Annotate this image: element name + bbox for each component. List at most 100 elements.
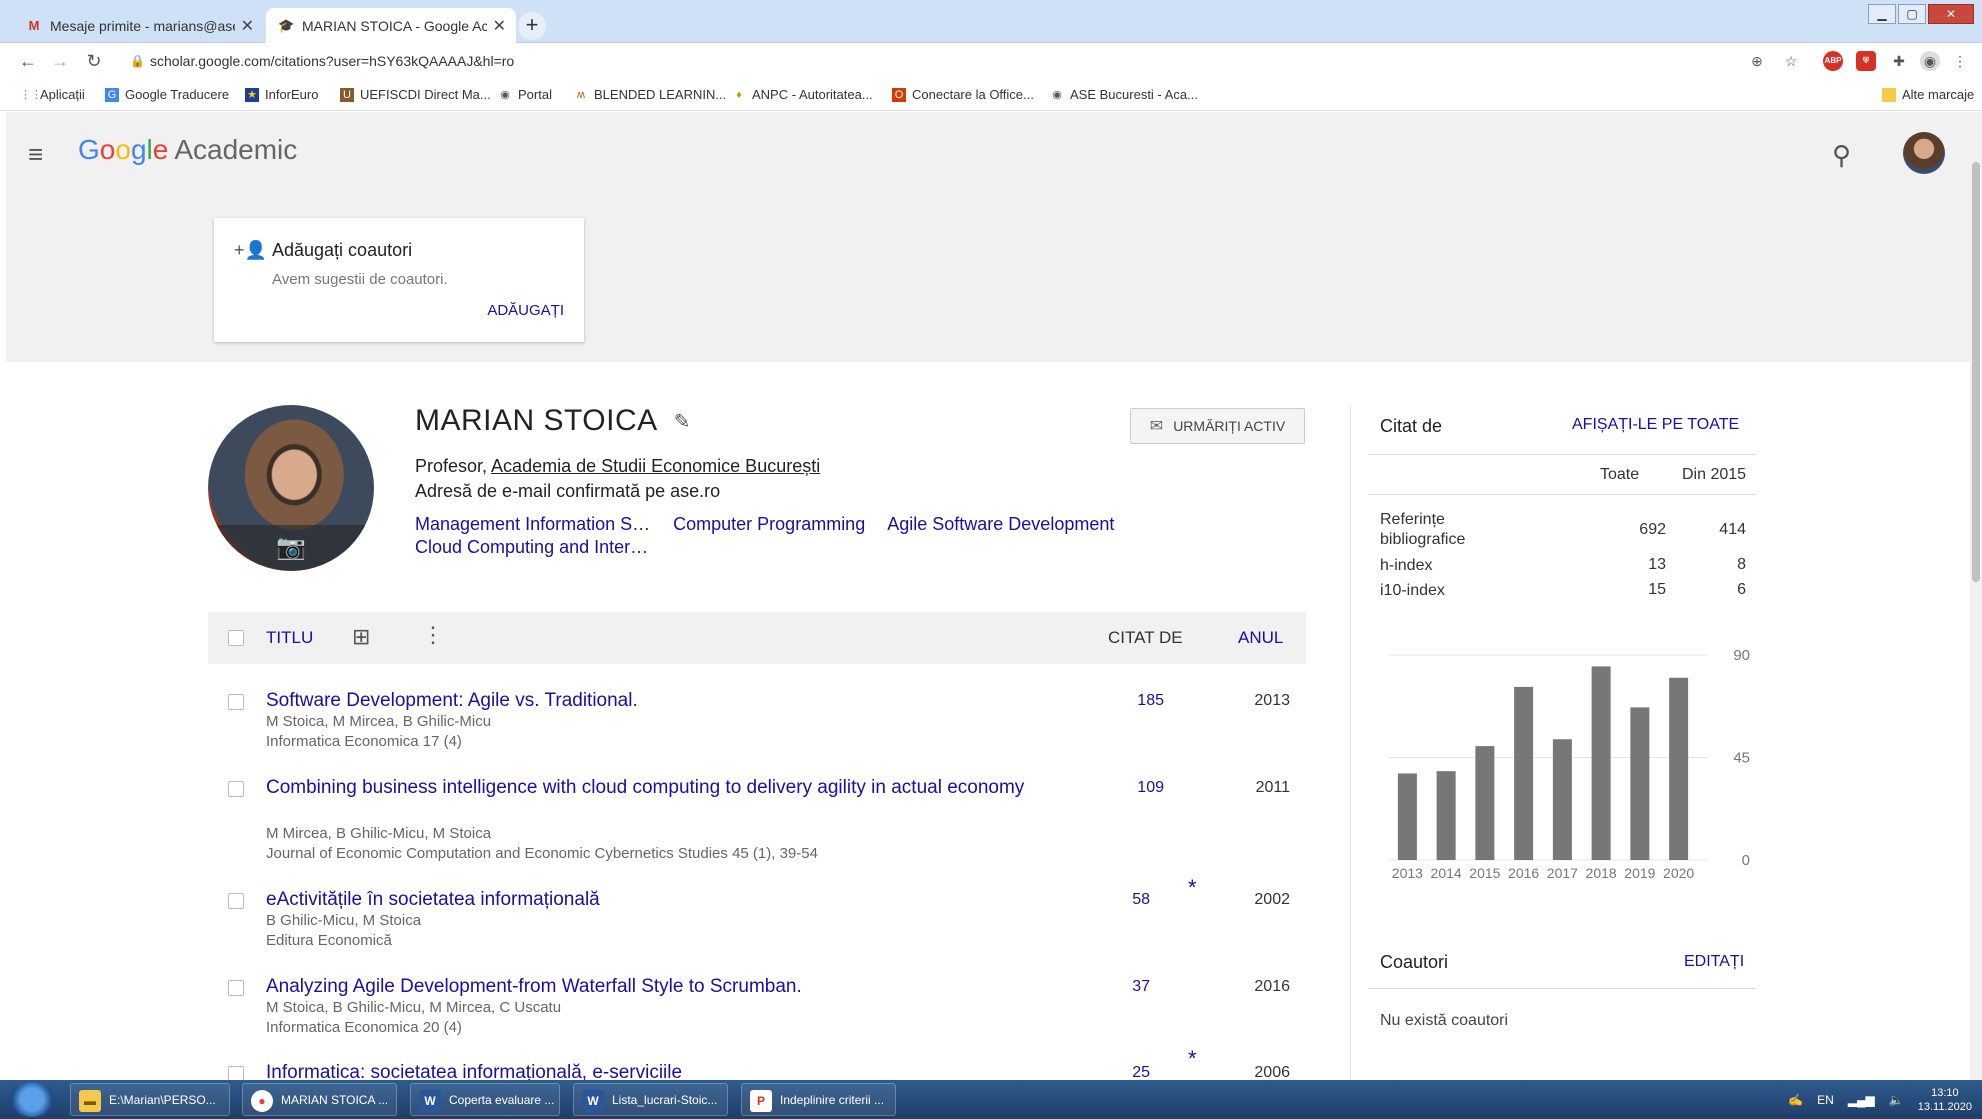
row-checkbox[interactable]	[228, 893, 244, 909]
close-icon[interactable]: ✕	[493, 16, 506, 36]
forward-icon[interactable]: →	[48, 49, 72, 73]
language-indicator[interactable]: EN	[1817, 1093, 1834, 1107]
cited-count[interactable]: 37	[1070, 978, 1150, 996]
address-bar-row: ← → ↻ 🔒 scholar.google.com/citations?use…	[0, 43, 1982, 79]
bar-2015[interactable]	[1475, 746, 1495, 860]
sort-by-cited[interactable]: CITAT DE	[1108, 628, 1183, 648]
taskbar-pdf[interactable]: P Indeplinire criterii ...	[741, 1083, 896, 1116]
follow-button[interactable]: ✉ URMĂRIȚI ACTIV	[1130, 408, 1305, 444]
minimize-icon[interactable]: ▁	[1868, 4, 1896, 24]
avatar[interactable]	[1903, 132, 1945, 174]
bar-2013[interactable]	[1397, 773, 1417, 860]
camera-icon[interactable]: 📷	[208, 525, 374, 571]
edit-icon[interactable]: ✎	[674, 409, 691, 434]
maximize-icon[interactable]: ▢	[1898, 4, 1926, 24]
taskbar-explorer[interactable]: ▬ E:\Marian\PERSO...	[70, 1083, 230, 1116]
article-title[interactable]: Informatica: societatea informațională, …	[266, 1060, 1026, 1080]
pen-icon[interactable]: ✍	[1788, 1093, 1803, 1107]
sort-by-title[interactable]: TITLU	[266, 628, 313, 648]
topic-link[interactable]: Agile Software Development	[887, 514, 1114, 534]
cited-count[interactable]: 25	[1070, 1064, 1150, 1080]
sort-by-year[interactable]: ANUL	[1238, 628, 1283, 648]
bookmark-translate[interactable]: G Google Traducere	[105, 87, 229, 102]
row-checkbox[interactable]	[228, 1066, 244, 1080]
x-tick-label: 2017	[1547, 865, 1578, 881]
bookmark-anpc[interactable]: ♦ ANPC - Autoritatea...	[732, 87, 872, 102]
topic-link[interactable]: Management Information S…	[415, 514, 650, 534]
menu-icon[interactable]: ≡	[28, 141, 54, 167]
page-scrollbar[interactable]	[1970, 112, 1982, 1080]
bookmark-uefiscdi[interactable]: U UEFISCDI Direct Ma...	[340, 87, 491, 102]
add-article-icon[interactable]: ⊞	[352, 624, 370, 650]
taskbar-word[interactable]: W Coperta evaluare ...	[410, 1083, 560, 1116]
back-icon[interactable]: ←	[16, 49, 40, 73]
stat-label[interactable]: h-index	[1380, 556, 1500, 576]
add-coauthors-button[interactable]: ADĂUGAȚI	[487, 302, 564, 319]
zoom-icon[interactable]: ⊕	[1747, 51, 1767, 71]
menu-dots-icon[interactable]: ⋮	[1950, 51, 1970, 71]
bar-2014[interactable]	[1436, 771, 1456, 860]
clock[interactable]: 13:10 13.11.2020	[1918, 1086, 1972, 1114]
profile-photo[interactable]: 📷	[208, 405, 374, 571]
show-all-button[interactable]: AFIȘAȚI-LE PE TOATE	[1572, 416, 1739, 434]
article-title[interactable]: Software Development: Agile vs. Traditio…	[266, 688, 1026, 713]
bookmark-portal[interactable]: ◉ Portal	[498, 87, 552, 102]
row-checkbox[interactable]	[228, 781, 244, 797]
adblock-icon[interactable]: ABP	[1823, 51, 1843, 71]
tab-scholar[interactable]: 🎓 MARIAN STOICA - Google Academic ✕	[266, 8, 516, 43]
more-options-icon[interactable]: ⋮	[422, 622, 444, 648]
column-divider	[1350, 404, 1351, 1084]
article-title[interactable]: Analyzing Agile Development-from Waterfa…	[266, 974, 1026, 999]
new-tab-button[interactable]: +	[518, 12, 546, 40]
edit-coauthors-button[interactable]: EDITAȚI	[1684, 953, 1744, 971]
merged-citation-star[interactable]: *	[1188, 1046, 1197, 1072]
merged-citation-star[interactable]: *	[1188, 875, 1197, 901]
window-close-icon[interactable]: ✕	[1928, 4, 1974, 24]
shield-icon[interactable]: ⛨	[1856, 51, 1876, 71]
bar-2020[interactable]	[1669, 677, 1689, 860]
scholar-header: ≡ Google Academic ⚲	[6, 112, 1970, 196]
scholar-logo[interactable]: Google Academic	[78, 134, 297, 166]
search-icon[interactable]: ⚲	[1832, 140, 1851, 171]
close-icon[interactable]: ✕	[241, 16, 254, 36]
network-icon[interactable]: ▂▄▆	[1848, 1093, 1875, 1107]
bookmark-ase[interactable]: ◉ ASE Bucuresti - Aca...	[1050, 87, 1198, 102]
cited-count[interactable]: 185	[1084, 692, 1164, 710]
select-all-checkbox[interactable]	[228, 630, 244, 646]
bookmark-apps[interactable]: ⋮⋮ Aplicații	[20, 87, 85, 102]
row-checkbox[interactable]	[228, 694, 244, 710]
profile-name-row: MARIAN STOICA ✎	[415, 404, 691, 438]
stat-label[interactable]: Referințe bibliografice	[1380, 510, 1500, 550]
office-icon: O	[892, 87, 906, 102]
volume-icon[interactable]: 🔈	[1889, 1093, 1904, 1107]
cited-count[interactable]: 109	[1084, 779, 1164, 797]
topic-link[interactable]: Computer Programming	[673, 514, 865, 534]
bar-2019[interactable]	[1630, 707, 1650, 860]
row-checkbox[interactable]	[228, 980, 244, 996]
bookmark-office[interactable]: O Conectare la Office...	[892, 87, 1034, 102]
tab-gmail[interactable]: M Mesaje primite - marians@ase.ro ✕	[14, 8, 264, 43]
puzzle-icon[interactable]: ✚	[1889, 51, 1909, 71]
system-tray: ✍ EN ▂▄▆ 🔈 13:10 13.11.2020	[1788, 1080, 1972, 1119]
url-text: scholar.google.com/citations?user=hSY63k…	[150, 53, 515, 69]
bookmark-blended[interactable]: ʍ BLENDED LEARNIN...	[574, 87, 726, 102]
bookmark-other[interactable]: Alte marcaje	[1882, 87, 1974, 102]
taskbar-chrome[interactable]: ● MARIAN STOICA ...	[242, 1083, 397, 1116]
article-title[interactable]: Combining business intelligence with clo…	[266, 775, 1026, 800]
taskbar-word[interactable]: W Lista_lucrari-Stoic...	[573, 1083, 728, 1116]
topic-link[interactable]: Cloud Computing and Inter…	[415, 537, 648, 557]
bar-2016[interactable]	[1514, 686, 1534, 860]
bar-2017[interactable]	[1552, 739, 1572, 860]
cited-count[interactable]: 58	[1070, 891, 1150, 909]
bookmark-inforeuro[interactable]: ★ InforEuro	[245, 87, 318, 102]
url-field[interactable]: 🔒 scholar.google.com/citations?user=hSY6…	[120, 49, 1740, 73]
stat-label[interactable]: i10-index	[1380, 581, 1500, 601]
bar-2018[interactable]	[1591, 666, 1611, 860]
affiliation-link[interactable]: Academia de Studii Economice București	[491, 456, 820, 476]
article-title[interactable]: eActivitățile în societatea informaționa…	[266, 887, 1026, 912]
scrollbar-thumb[interactable]	[1972, 162, 1980, 582]
start-button[interactable]	[10, 1082, 54, 1117]
profile-icon[interactable]: ◉	[1920, 51, 1940, 71]
star-icon[interactable]: ☆	[1781, 51, 1801, 71]
reload-icon[interactable]: ↻	[82, 49, 106, 73]
